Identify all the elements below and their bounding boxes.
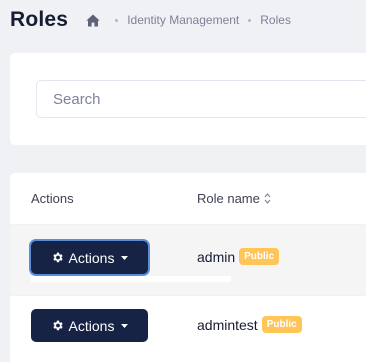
column-header-role-name-label: Role name (197, 191, 260, 206)
column-header-actions: Actions (31, 191, 74, 206)
actions-dropdown-button[interactable]: Actions (31, 241, 148, 274)
breadcrumb-separator (115, 18, 119, 22)
role-name-cell: admin Public (197, 248, 280, 265)
breadcrumb-item-identity-management[interactable]: Identity Management (127, 13, 239, 27)
sort-icon[interactable] (264, 193, 271, 204)
gear-icon (51, 319, 64, 332)
breadcrumb-item-roles: Roles (260, 13, 291, 27)
gear-icon (51, 251, 64, 264)
page-header: Roles Identity Management Roles (10, 6, 291, 34)
dropdown-menu-edge (31, 276, 231, 282)
role-name-cell: admintest Public (197, 316, 302, 333)
role-name: admintest (197, 316, 258, 333)
breadcrumb-separator (248, 18, 252, 22)
public-badge: Public (261, 316, 302, 333)
roles-table-card: Actions Role name Actions admin Public A… (10, 173, 366, 362)
actions-dropdown-button[interactable]: Actions (31, 309, 148, 342)
table-header: Actions Role name (10, 173, 366, 225)
breadcrumb: Identity Management Roles (86, 13, 291, 27)
search-field (36, 80, 366, 118)
page-title: Roles (10, 8, 69, 31)
search-input[interactable] (37, 81, 366, 117)
search-card (10, 53, 366, 145)
home-icon[interactable] (86, 14, 100, 27)
actions-button-label: Actions (68, 249, 115, 266)
role-name: admin (197, 248, 236, 265)
public-badge: Public (239, 248, 280, 265)
actions-button-label: Actions (68, 317, 115, 334)
table-row: Actions admin Public (10, 225, 366, 295)
page: Roles Identity Management Roles Actions … (0, 0, 366, 362)
caret-down-icon (121, 323, 129, 328)
caret-down-icon (121, 255, 129, 260)
column-header-role-name[interactable]: Role name (197, 191, 271, 206)
table-row: Actions admintest Public (10, 295, 366, 362)
